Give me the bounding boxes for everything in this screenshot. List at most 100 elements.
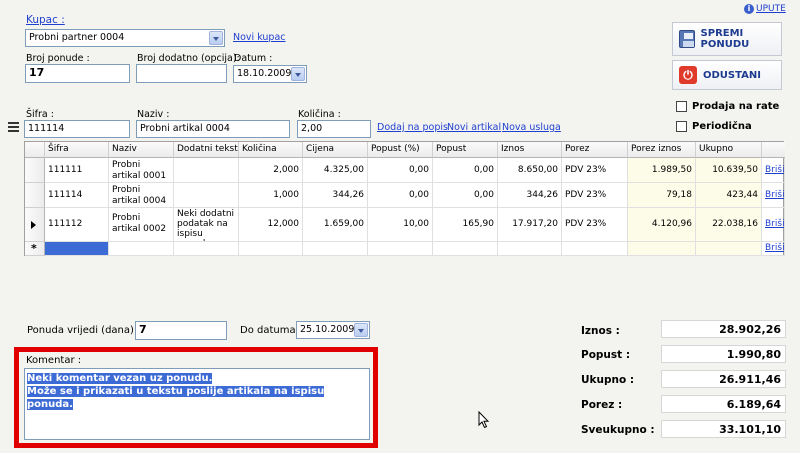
- broj-dodatno-input[interactable]: [136, 64, 227, 83]
- cell-dodatni[interactable]: Neki dodatni podatak na ispisu ponude: [174, 208, 239, 242]
- ukupno-total-label: Ukupno :: [581, 374, 635, 386]
- prodaja-na-rate-checkbox[interactable]: Prodaja na rate: [676, 101, 779, 112]
- checkbox-box[interactable]: [676, 121, 687, 132]
- col-header-ukupno[interactable]: Ukupno: [696, 142, 762, 158]
- cell-ukupno[interactable]: 10.639,50: [696, 158, 762, 183]
- cell-cijena[interactable]: 1.659,00: [303, 208, 368, 242]
- new-row-cell[interactable]: [303, 242, 368, 256]
- cell-cijena[interactable]: 344,26: [303, 183, 368, 208]
- cell-porez-iznos[interactable]: 1.989,50: [628, 158, 696, 183]
- chevron-down-icon[interactable]: [291, 67, 305, 81]
- comment-line-1: Neki komentar vezan uz ponudu.: [27, 373, 213, 384]
- prodaja-na-rate-label: Prodaja na rate: [692, 101, 780, 112]
- cancel-button[interactable]: ⏻ ODUSTANI: [672, 60, 782, 90]
- cell-porez-iznos[interactable]: 4.120,96: [628, 208, 696, 242]
- dodaj-na-popis-link[interactable]: Dodaj na popis: [377, 122, 448, 133]
- cell-ukupno[interactable]: 22.038,16: [696, 208, 762, 242]
- cell-popust[interactable]: 0,00: [433, 158, 498, 183]
- col-header-naziv[interactable]: Naziv: [109, 142, 174, 158]
- novi-kupac-link[interactable]: Novi kupac: [233, 32, 286, 43]
- col-header-porez[interactable]: Porez: [562, 142, 628, 158]
- delete-row-link[interactable]: Briši: [762, 242, 785, 256]
- new-row-cell[interactable]: [174, 242, 239, 256]
- do-datuma-label: Do datuma :: [240, 325, 303, 336]
- nova-usluga-link[interactable]: Nova usluga: [502, 122, 561, 133]
- kolicina-input[interactable]: 2,00: [297, 120, 371, 138]
- col-header-sifra[interactable]: Šifra: [45, 142, 109, 158]
- new-row-cell[interactable]: [562, 242, 628, 256]
- cell-kolicina[interactable]: 2,000: [239, 158, 303, 183]
- cell-dodatni[interactable]: [174, 183, 239, 208]
- cell-iznos[interactable]: 8.650,00: [498, 158, 562, 183]
- save-button[interactable]: SPREMI PONUDU: [672, 22, 782, 56]
- delete-row-link[interactable]: Briši: [762, 158, 785, 183]
- row-header[interactable]: [25, 208, 45, 242]
- cell-iznos[interactable]: 17.917,20: [498, 208, 562, 242]
- col-header-dodatni-tekst[interactable]: Dodatni tekst: [174, 142, 239, 158]
- col-header-popust-pct[interactable]: Popust (%): [368, 142, 433, 158]
- chevron-down-icon[interactable]: [354, 323, 368, 337]
- new-row-cell[interactable]: [696, 242, 762, 256]
- cell-popust[interactable]: 165,90: [433, 208, 498, 242]
- cell-cijena[interactable]: 4.325,00: [303, 158, 368, 183]
- cell-porez-iznos[interactable]: 79,18: [628, 183, 696, 208]
- kupac-select-value: Probni partner 0004: [29, 32, 125, 43]
- new-row-cell[interactable]: [433, 242, 498, 256]
- cell-kolicina[interactable]: 12,000: [239, 208, 303, 242]
- delete-row-link[interactable]: Briši: [762, 183, 785, 208]
- chevron-down-icon[interactable]: [209, 31, 223, 45]
- cell-popust-pct[interactable]: 0,00: [368, 183, 433, 208]
- checkbox-box[interactable]: [676, 101, 687, 112]
- col-header-cijena[interactable]: Cijena: [303, 142, 368, 158]
- new-row-cell-sifra[interactable]: [45, 242, 109, 256]
- cell-porez[interactable]: PDV 23%: [562, 183, 628, 208]
- new-row-cell[interactable]: [628, 242, 696, 256]
- naziv-input[interactable]: Probni artikal 0004: [136, 120, 290, 138]
- row-header[interactable]: [25, 158, 45, 183]
- cell-popust-pct[interactable]: 10,00: [368, 208, 433, 242]
- datum-picker[interactable]: 18.10.2009: [233, 65, 307, 83]
- cell-naziv[interactable]: Probni artikal 0004: [109, 183, 174, 208]
- cell-sifra[interactable]: 111111: [45, 158, 109, 183]
- comment-line-2: Može se i prikazati u tekstu poslije art…: [27, 386, 325, 410]
- col-header-porez-iznos[interactable]: Porez iznos: [628, 142, 696, 158]
- col-header-kolicina[interactable]: Količina: [239, 142, 303, 158]
- kupac-label[interactable]: Kupac :: [26, 14, 65, 26]
- novi-artikal-link[interactable]: Novi artikal: [447, 122, 501, 133]
- popust-total-value: 1.990,80: [661, 345, 786, 363]
- broj-ponude-input[interactable]: 17: [25, 64, 130, 83]
- periodicna-checkbox[interactable]: Periodična: [676, 121, 752, 132]
- cell-porez[interactable]: PDV 23%: [562, 158, 628, 183]
- cell-dodatni[interactable]: [174, 158, 239, 183]
- cell-naziv[interactable]: Probni artikal 0001: [109, 158, 174, 183]
- cell-naziv[interactable]: Probni artikal 0002: [109, 208, 174, 242]
- col-header-iznos[interactable]: Iznos: [498, 142, 562, 158]
- current-row-arrow-icon: [31, 221, 36, 229]
- comment-textarea[interactable]: Neki komentar vezan uz ponudu. Može se i…: [24, 368, 370, 440]
- new-row-cell[interactable]: [109, 242, 174, 256]
- new-row-cell[interactable]: [239, 242, 303, 256]
- upute-link[interactable]: i UPUTE: [744, 4, 786, 14]
- cell-porez[interactable]: PDV 23%: [562, 208, 628, 242]
- new-row-cell[interactable]: [368, 242, 433, 256]
- row-header[interactable]: *: [25, 242, 45, 256]
- sifra-input[interactable]: 111114: [24, 120, 130, 138]
- items-grid[interactable]: Šifra Naziv Dodatni tekst Količina Cijen…: [24, 141, 785, 256]
- row-header[interactable]: [25, 183, 45, 208]
- delete-row-link[interactable]: Briši: [762, 208, 785, 242]
- cell-popust-pct[interactable]: 0,00: [368, 158, 433, 183]
- comment-label: Komentar :: [26, 355, 82, 366]
- cell-ukupno[interactable]: 423,44: [696, 183, 762, 208]
- cell-sifra[interactable]: 111112: [45, 208, 109, 242]
- new-row-cell[interactable]: [498, 242, 562, 256]
- cell-iznos[interactable]: 344,26: [498, 183, 562, 208]
- col-header-popust[interactable]: Popust: [433, 142, 498, 158]
- cell-kolicina[interactable]: 1,000: [239, 183, 303, 208]
- do-datuma-picker[interactable]: 25.10.2009: [296, 321, 370, 339]
- ukupno-total-value: 26.911,46: [661, 370, 786, 388]
- cell-popust[interactable]: 0,00: [433, 183, 498, 208]
- cell-sifra[interactable]: 111114: [45, 183, 109, 208]
- kupac-select[interactable]: Probni partner 0004: [25, 29, 225, 47]
- ponuda-vrijedi-input[interactable]: 7: [135, 321, 227, 340]
- do-datuma-value: 25.10.2009: [300, 324, 355, 335]
